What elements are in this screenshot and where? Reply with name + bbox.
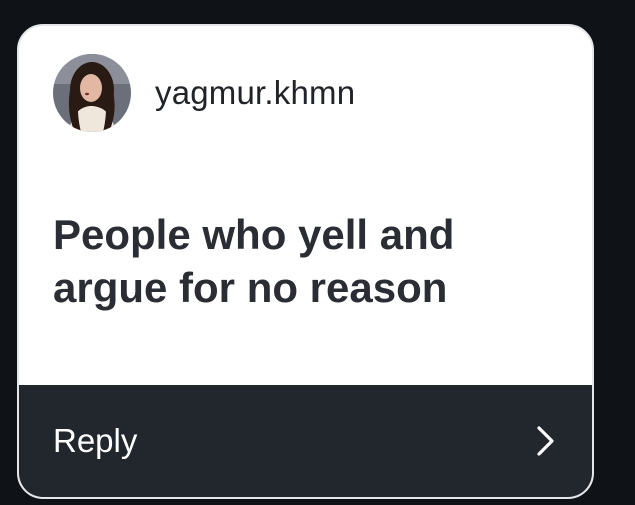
reply-label: Reply [53,422,138,459]
username[interactable]: yagmur.khmn [155,74,355,112]
question-card: yagmur.khmn People who yell and argue fo… [17,24,594,499]
card-header: yagmur.khmn [53,54,355,132]
question-text: People who yell and argue for no reason [53,211,455,311]
reply-button[interactable]: Reply [19,385,592,497]
chevron-right-icon [537,426,554,456]
avatar-photo [53,54,131,132]
avatar[interactable] [53,54,131,132]
